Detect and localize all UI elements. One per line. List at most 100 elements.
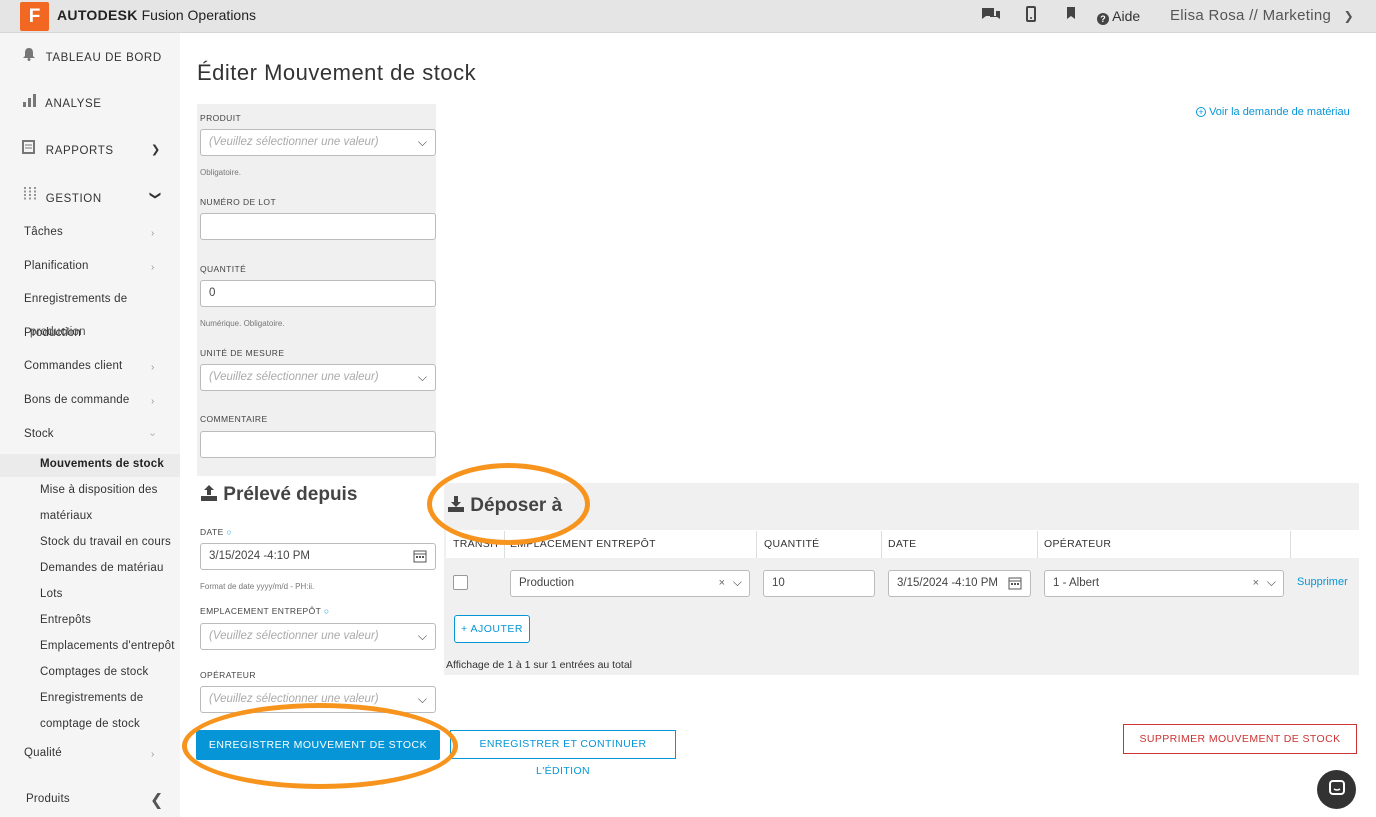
sidebar-item-bons-de-commande[interactable]: Bons de commande [24, 394, 129, 406]
sliders-icon [22, 186, 42, 205]
sidebar-item-comptages[interactable]: Comptages de stock [40, 666, 148, 678]
sidebar-item-enregistrements-comptage[interactable]: Enregistrements de [40, 692, 143, 704]
sidebar-item-gestion[interactable]: GESTION [22, 186, 102, 205]
preleve-date-input[interactable]: 3/15/2024 -4:10 PM [200, 543, 436, 570]
bell-icon [22, 47, 42, 64]
sidebar-item-stock[interactable]: Stock [24, 428, 54, 440]
sidebar-item-enregistrements-production[interactable]: Enregistrements de [24, 293, 127, 305]
chevron-down-icon: ⌵ [732, 575, 742, 589]
supprimer-row-link[interactable]: Supprimer [1297, 576, 1348, 588]
unite-label: UNITÉ DE MESURE [200, 348, 285, 358]
deposer-date-input[interactable]: 3/15/2024 -4:10 PM [888, 570, 1031, 597]
bar-chart-icon [22, 93, 42, 110]
sidebar-item-lots[interactable]: Lots [40, 588, 63, 600]
sidebar-item-demandes-materiau[interactable]: Demandes de matériau [40, 562, 164, 574]
user-menu[interactable]: Elisa Rosa // Marketing ❯ [1170, 7, 1354, 24]
collapse-sidebar-icon[interactable]: ❮ [150, 790, 163, 810]
help-menu[interactable]: ? Aide [1097, 8, 1140, 25]
col-date: DATE [888, 538, 917, 550]
chevron-down-icon: ⌵ [417, 370, 427, 384]
chat-launcher-icon[interactable] [1317, 770, 1356, 809]
produit-help: Obligatoire. [200, 168, 241, 177]
brand-name: AUTODESK Fusion Operations [57, 7, 257, 23]
sidebar-item-mouvements-de-stock[interactable]: Mouvements de stock [40, 458, 164, 470]
chevron-down-icon: ⌵ [417, 692, 427, 706]
operateur-label: OPÉRATEUR [200, 670, 256, 680]
question-circle-icon: ? [1097, 13, 1109, 25]
column-divider [1290, 531, 1291, 558]
sidebar-item-emplacements[interactable]: Emplacements d'entrepôt [40, 640, 175, 652]
sidebar-item-mise-a-disposition-line2: matériaux [40, 510, 93, 522]
report-icon [22, 140, 42, 157]
calendar-icon[interactable] [413, 549, 427, 566]
col-quantite: QUANTITÉ [764, 538, 820, 550]
sidebar-item-produits[interactable]: Produits [26, 793, 70, 805]
chevron-right-icon: › [151, 749, 155, 760]
ajouter-button[interactable]: + AJOUTER [454, 615, 530, 643]
chevron-right-icon: › [151, 396, 155, 407]
date-label: DATE ○ [200, 527, 232, 537]
chevron-down-icon: ⌵ [417, 629, 427, 643]
top-bar: F AUTODESK Fusion Operations ? Aide Elis… [0, 0, 1376, 33]
clear-icon[interactable]: × [1253, 577, 1259, 589]
chevron-right-icon: › [151, 262, 155, 273]
transit-checkbox[interactable] [453, 575, 468, 590]
column-divider [756, 531, 757, 558]
sidebar-item-analyse[interactable]: ANALYSE [22, 93, 102, 110]
voir-demande-link[interactable]: + Voir la demande de matériau [1196, 106, 1350, 118]
sidebar-item-stock-travail[interactable]: Stock du travail en cours [40, 536, 171, 548]
sidebar-item-qualite[interactable]: Qualité [24, 747, 62, 759]
produit-label: PRODUIT [200, 113, 242, 123]
preleve-heading: Prélevé depuis [200, 484, 357, 506]
chevron-down-icon: ❯ [149, 190, 162, 201]
mobile-phone-icon[interactable] [1026, 6, 1036, 27]
bookmark-icon[interactable] [1066, 6, 1076, 25]
highlight-ring-deposer [427, 463, 590, 545]
page-title: Éditer Mouvement de stock [197, 60, 477, 85]
sidebar-item-commandes-client[interactable]: Commandes client [24, 360, 122, 372]
sidebar-item-planification[interactable]: Planification [24, 260, 89, 272]
sidebar-item-tableau-de-bord[interactable]: TABLEAU DE BORD [22, 47, 162, 64]
supprimer-mouvement-button[interactable]: SUPPRIMER MOUVEMENT DE STOCK [1123, 724, 1357, 754]
unite-select[interactable]: (Veuillez sélectionner une valeur) ⌵ [200, 364, 436, 391]
commentaire-input[interactable] [200, 431, 436, 458]
produit-select[interactable]: (Veuillez sélectionner une valeur) ⌵ [200, 129, 436, 156]
column-divider [881, 531, 882, 558]
lot-label: NUMÉRO DE LOT [200, 197, 277, 207]
col-operateur: OPÉRATEUR [1044, 538, 1112, 550]
sidebar-item-entrepots[interactable]: Entrepôts [40, 614, 91, 626]
plus-circle-icon: + [1196, 107, 1206, 117]
clear-icon[interactable]: × [719, 577, 725, 589]
sidebar-item-taches[interactable]: Tâches [24, 226, 63, 238]
deposer-operateur-select[interactable]: 1 - Albert × ⌵ [1044, 570, 1284, 597]
deposer-emplacement-select[interactable]: Production × ⌵ [510, 570, 750, 597]
enregistrer-continuer-button[interactable]: ENREGISTRER ET CONTINUER L'ÉDITION [450, 730, 676, 777]
chevron-down-icon: ⌵ [1266, 575, 1276, 589]
chevron-right-icon: › [151, 228, 155, 239]
chevron-right-icon: › [151, 362, 155, 373]
sidebar-item-enregistrements-comptage-line2: comptage de stock [40, 718, 140, 730]
chevron-down-icon: ❯ [1343, 9, 1354, 23]
sidebar-item-rapports[interactable]: RAPPORTS [22, 140, 114, 157]
quantite-label: QUANTITÉ [200, 264, 247, 274]
calendar-icon[interactable] [1008, 576, 1022, 593]
upload-icon [200, 484, 218, 505]
sidebar-item-enregistrements-production-line2b: production [30, 326, 86, 338]
emplacement-label: EMPLACEMENT ENTREPÔT ○ [200, 606, 330, 616]
chevron-down-icon: ⌵ [417, 135, 427, 149]
chat-bubbles-icon[interactable] [980, 6, 1002, 29]
deposer-quantite-input[interactable]: 10 [763, 570, 875, 597]
chevron-down-icon: › [147, 432, 159, 437]
pagination-info: Affichage de 1 à 1 sur 1 entrées au tota… [446, 659, 633, 671]
quantite-help: Numérique. Obligatoire. [200, 319, 285, 328]
date-help: Format de date yyyy/m/d - PH:ii. [200, 582, 315, 591]
chevron-right-icon: ❯ [151, 144, 161, 156]
highlight-ring-enregistrer [182, 703, 458, 789]
column-divider [1037, 531, 1038, 558]
sidebar-item-mise-a-disposition[interactable]: Mise à disposition des [40, 484, 158, 496]
quantite-input[interactable]: 0 [200, 280, 436, 307]
fusion-logo-icon: F [20, 2, 49, 31]
preleve-emplacement-select[interactable]: (Veuillez sélectionner une valeur) ⌵ [200, 623, 436, 650]
commentaire-label: COMMENTAIRE [200, 414, 268, 424]
lot-input[interactable] [200, 213, 436, 240]
